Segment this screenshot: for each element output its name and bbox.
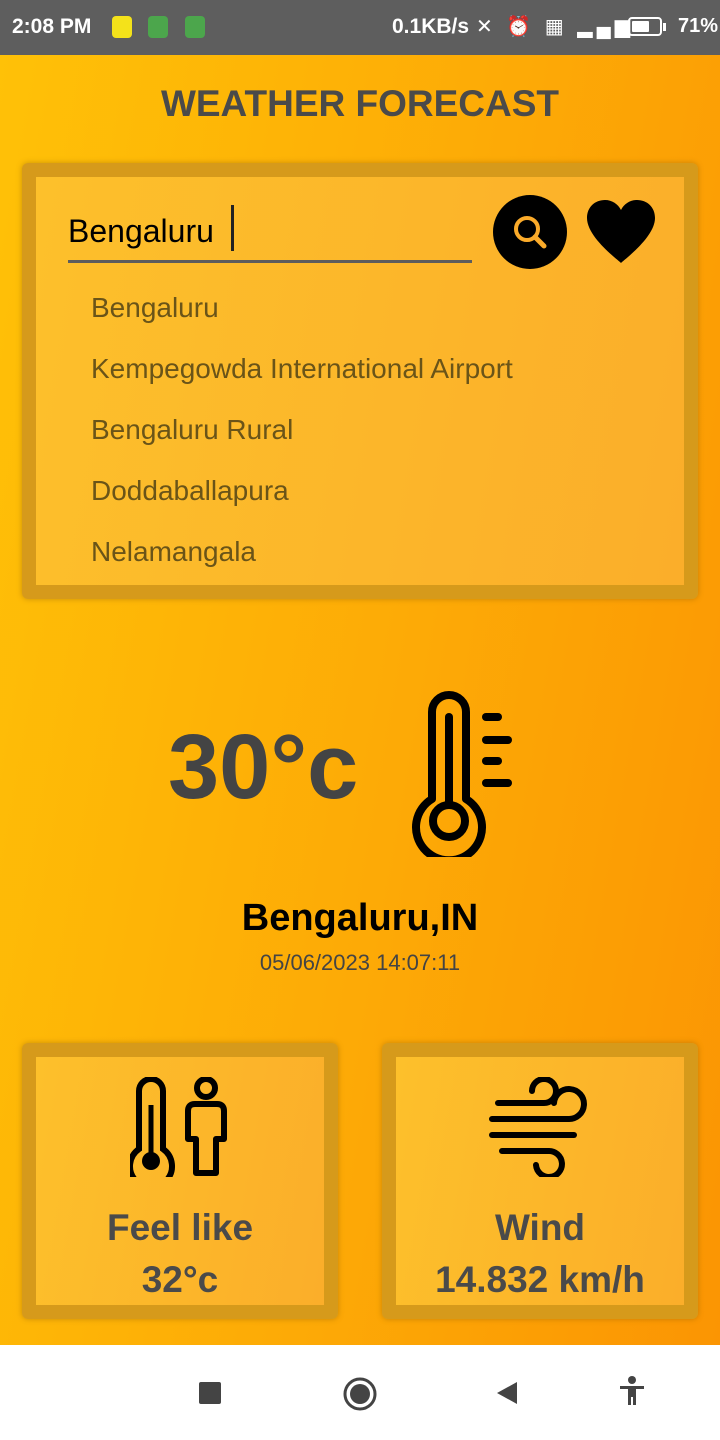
suggestion-item[interactable]: Bengaluru Rural: [91, 399, 513, 460]
suggestion-item[interactable]: Doddaballapura: [91, 460, 513, 521]
battery-percent: 71%: [678, 15, 719, 37]
wind-icon: [489, 1076, 587, 1180]
search-card: Bengaluru Kempegowda International Airpo…: [22, 163, 698, 599]
snapchat-notification-icon: [112, 16, 132, 38]
search-button[interactable]: [493, 195, 567, 269]
suggestion-item[interactable]: Kempegowda International Airport: [91, 338, 513, 399]
app-screen: WEATHER FORECAST Bengaluru Kempegowda In…: [0, 55, 720, 1345]
search-input[interactable]: [68, 197, 472, 263]
battery-icon: [628, 17, 662, 36]
wind-card: Wind 14.832 km/h: [382, 1043, 698, 1319]
suggestion-item[interactable]: Bengaluru: [91, 277, 513, 338]
app-notification-icon-2: [185, 16, 205, 38]
recent-apps-button[interactable]: [199, 1382, 221, 1404]
feel-like-icon-wrap: [36, 1076, 324, 1191]
back-button[interactable]: [495, 1380, 519, 1406]
page-title: WEATHER FORECAST: [160, 83, 560, 124]
accessibility-icon[interactable]: [618, 1375, 646, 1407]
wind-icon-wrap: [396, 1076, 684, 1182]
status-bar: 2:08 PM 0.1KB/s ✕ ⏰ ▦ ▂▄▆ 71%: [0, 0, 720, 55]
thermometer-icon: [412, 691, 512, 857]
favorite-button[interactable]: [583, 197, 659, 267]
navigation-bar: [0, 1345, 720, 1440]
feel-like-card: Feel like 32°c: [22, 1043, 338, 1319]
wind-label: Wind: [494, 1207, 586, 1248]
observation-datetime: 05/06/2023 14:07:11: [259, 950, 461, 975]
suggestion-item[interactable]: Nelamangala: [91, 521, 513, 582]
current-temperature: 30°c: [168, 716, 359, 818]
heart-icon: [587, 200, 655, 263]
home-button[interactable]: [342, 1376, 378, 1412]
status-icons: ✕ ⏰ ▦ ▂▄▆: [476, 16, 635, 38]
feel-like-label: Feel like: [106, 1207, 254, 1248]
suggestion-list: Bengaluru Kempegowda International Airpo…: [91, 277, 513, 582]
wind-value: 14.832 km/h: [435, 1259, 645, 1300]
thermometer-person-icon: [127, 1076, 227, 1191]
network-speed: 0.1KB/s: [392, 15, 470, 38]
search-icon: [514, 216, 547, 249]
app-notification-icon: [148, 16, 168, 38]
status-time: 2:08 PM: [12, 15, 92, 38]
location-name: Bengaluru,IN: [241, 897, 479, 939]
text-cursor: [231, 205, 234, 251]
battery-tip: [663, 23, 666, 31]
feel-like-value: 32°c: [141, 1259, 219, 1300]
battery-level: [632, 21, 650, 32]
